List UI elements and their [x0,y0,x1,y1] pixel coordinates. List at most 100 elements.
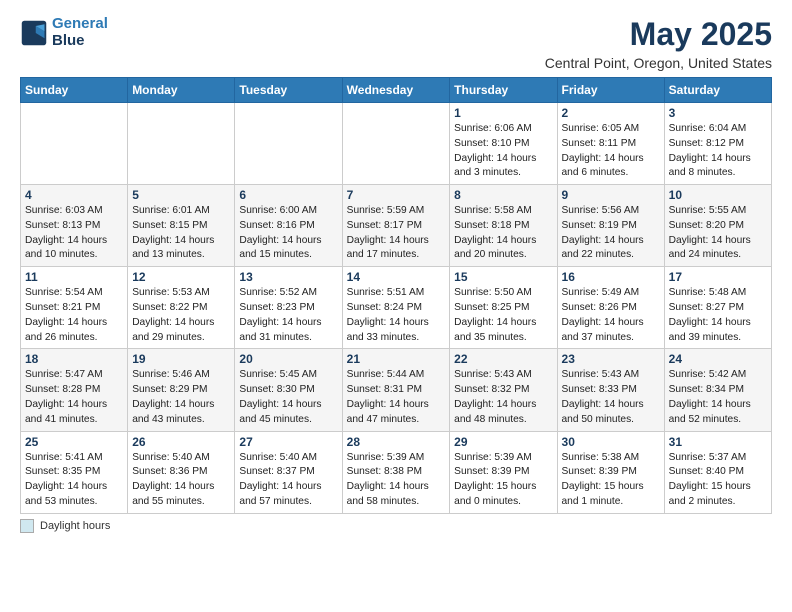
calendar-cell [21,103,128,185]
day-info: Sunrise: 5:43 AM Sunset: 8:33 PM Dayligh… [562,368,660,427]
calendar-cell: 31 Sunrise: 5:37 AM Sunset: 8:40 PM Dayli… [664,431,771,513]
day-info: Sunrise: 5:38 AM Sunset: 8:39 PM Dayligh… [562,451,660,510]
calendar-cell: 4 Sunrise: 6:03 AM Sunset: 8:13 PM Daylig… [21,185,128,267]
day-number: 21 [347,352,446,366]
day-number: 4 [25,188,123,202]
day-info: Sunrise: 5:58 AM Sunset: 8:18 PM Dayligh… [454,204,552,263]
day-number: 11 [25,270,123,284]
calendar-cell [342,103,450,185]
calendar-day-header: Wednesday [342,78,450,103]
day-number: 20 [239,352,337,366]
day-info: Sunrise: 6:04 AM Sunset: 8:12 PM Dayligh… [669,122,767,181]
day-number: 15 [454,270,552,284]
day-info: Sunrise: 5:42 AM Sunset: 8:34 PM Dayligh… [669,368,767,427]
day-number: 12 [132,270,230,284]
day-info: Sunrise: 5:41 AM Sunset: 8:35 PM Dayligh… [25,451,123,510]
day-number: 19 [132,352,230,366]
day-info: Sunrise: 5:52 AM Sunset: 8:23 PM Dayligh… [239,286,337,345]
day-info: Sunrise: 6:03 AM Sunset: 8:13 PM Dayligh… [25,204,123,263]
day-info: Sunrise: 5:44 AM Sunset: 8:31 PM Dayligh… [347,368,446,427]
day-number: 24 [669,352,767,366]
day-info: Sunrise: 5:40 AM Sunset: 8:37 PM Dayligh… [239,451,337,510]
calendar-cell: 30Sunrise: 5:38 AM Sunset: 8:39 PM Dayli… [557,431,664,513]
day-number: 16 [562,270,660,284]
day-number: 2 [562,106,660,120]
calendar-cell [235,103,342,185]
day-number: 27 [239,435,337,449]
legend-box [20,519,34,533]
logo-icon [20,19,48,47]
calendar-cell: 24 Sunrise: 5:42 AM Sunset: 8:34 PM Dayli… [664,349,771,431]
calendar-cell: 18 Sunrise: 5:47 AM Sunset: 8:28 PM Dayli… [21,349,128,431]
day-number: 8 [454,188,552,202]
calendar-cell: 28 Sunrise: 5:39 AM Sunset: 8:38 PM Dayli… [342,431,450,513]
calendar-cell: 21 Sunrise: 5:44 AM Sunset: 8:31 PM Dayli… [342,349,450,431]
calendar-cell: 10Sunrise: 5:55 AM Sunset: 8:20 PM Dayli… [664,185,771,267]
day-number: 6 [239,188,337,202]
day-number: 14 [347,270,446,284]
day-info: Sunrise: 5:39 AM Sunset: 8:38 PM Dayligh… [347,451,446,510]
calendar-cell: 9 Sunrise: 5:56 AM Sunset: 8:19 PM Daylig… [557,185,664,267]
subtitle: Central Point, Oregon, United States [545,55,772,71]
calendar-cell: 6 Sunrise: 6:00 AM Sunset: 8:16 PM Daylig… [235,185,342,267]
day-number: 17 [669,270,767,284]
calendar-cell: 5Sunrise: 6:01 AM Sunset: 8:15 PM Daylig… [128,185,235,267]
calendar-week-row: 18 Sunrise: 5:47 AM Sunset: 8:28 PM Dayli… [21,349,772,431]
header: General Blue May 2025 Central Point, Ore… [20,16,772,71]
day-info: Sunrise: 5:47 AM Sunset: 8:28 PM Dayligh… [25,368,123,427]
day-number: 18 [25,352,123,366]
logo-text: General Blue [52,16,108,49]
calendar-cell: 1 Sunrise: 6:06 AM Sunset: 8:10 PM Daylig… [450,103,557,185]
calendar-week-row: 25Sunrise: 5:41 AM Sunset: 8:35 PM Dayli… [21,431,772,513]
calendar-day-header: Tuesday [235,78,342,103]
calendar-week-row: 1 Sunrise: 6:06 AM Sunset: 8:10 PM Daylig… [21,103,772,185]
day-number: 28 [347,435,446,449]
day-info: Sunrise: 6:00 AM Sunset: 8:16 PM Dayligh… [239,204,337,263]
logo: General Blue [20,16,108,49]
calendar-day-header: Thursday [450,78,557,103]
calendar-cell: 15Sunrise: 5:50 AM Sunset: 8:25 PM Dayli… [450,267,557,349]
calendar-cell: 17Sunrise: 5:48 AM Sunset: 8:27 PM Dayli… [664,267,771,349]
calendar-cell: 2 Sunrise: 6:05 AM Sunset: 8:11 PM Daylig… [557,103,664,185]
day-number: 7 [347,188,446,202]
page: General Blue May 2025 Central Point, Ore… [0,0,792,543]
footer: Daylight hours [20,519,772,533]
calendar-cell: 14Sunrise: 5:51 AM Sunset: 8:24 PM Dayli… [342,267,450,349]
calendar-cell: 23 Sunrise: 5:43 AM Sunset: 8:33 PM Dayli… [557,349,664,431]
day-info: Sunrise: 5:55 AM Sunset: 8:20 PM Dayligh… [669,204,767,263]
day-info: Sunrise: 5:49 AM Sunset: 8:26 PM Dayligh… [562,286,660,345]
day-number: 3 [669,106,767,120]
calendar-cell: 13Sunrise: 5:52 AM Sunset: 8:23 PM Dayli… [235,267,342,349]
day-info: Sunrise: 5:46 AM Sunset: 8:29 PM Dayligh… [132,368,230,427]
footer-legend-label: Daylight hours [40,520,110,532]
calendar-cell: 16 Sunrise: 5:49 AM Sunset: 8:26 PM Dayli… [557,267,664,349]
day-info: Sunrise: 6:05 AM Sunset: 8:11 PM Dayligh… [562,122,660,181]
day-info: Sunrise: 5:40 AM Sunset: 8:36 PM Dayligh… [132,451,230,510]
calendar-cell: 8 Sunrise: 5:58 AM Sunset: 8:18 PM Daylig… [450,185,557,267]
calendar-cell: 7 Sunrise: 5:59 AM Sunset: 8:17 PM Daylig… [342,185,450,267]
day-number: 9 [562,188,660,202]
day-number: 29 [454,435,552,449]
title-block: May 2025 Central Point, Oregon, United S… [545,16,772,71]
day-info: Sunrise: 5:56 AM Sunset: 8:19 PM Dayligh… [562,204,660,263]
calendar-week-row: 4 Sunrise: 6:03 AM Sunset: 8:13 PM Daylig… [21,185,772,267]
day-info: Sunrise: 6:06 AM Sunset: 8:10 PM Dayligh… [454,122,552,181]
calendar-cell [128,103,235,185]
calendar-cell: 11 Sunrise: 5:54 AM Sunset: 8:21 PM Dayli… [21,267,128,349]
day-info: Sunrise: 5:54 AM Sunset: 8:21 PM Dayligh… [25,286,123,345]
day-info: Sunrise: 5:59 AM Sunset: 8:17 PM Dayligh… [347,204,446,263]
calendar-week-row: 11 Sunrise: 5:54 AM Sunset: 8:21 PM Dayli… [21,267,772,349]
day-info: Sunrise: 5:37 AM Sunset: 8:40 PM Dayligh… [669,451,767,510]
main-title: May 2025 [545,16,772,53]
day-info: Sunrise: 5:39 AM Sunset: 8:39 PM Dayligh… [454,451,552,510]
calendar-header-row: SundayMondayTuesdayWednesdayThursdayFrid… [21,78,772,103]
calendar-day-header: Friday [557,78,664,103]
calendar-cell: 22Sunrise: 5:43 AM Sunset: 8:32 PM Dayli… [450,349,557,431]
calendar-cell: 29 Sunrise: 5:39 AM Sunset: 8:39 PM Dayli… [450,431,557,513]
day-number: 26 [132,435,230,449]
day-number: 23 [562,352,660,366]
day-info: Sunrise: 5:53 AM Sunset: 8:22 PM Dayligh… [132,286,230,345]
calendar-cell: 27 Sunrise: 5:40 AM Sunset: 8:37 PM Dayli… [235,431,342,513]
day-number: 31 [669,435,767,449]
day-number: 1 [454,106,552,120]
